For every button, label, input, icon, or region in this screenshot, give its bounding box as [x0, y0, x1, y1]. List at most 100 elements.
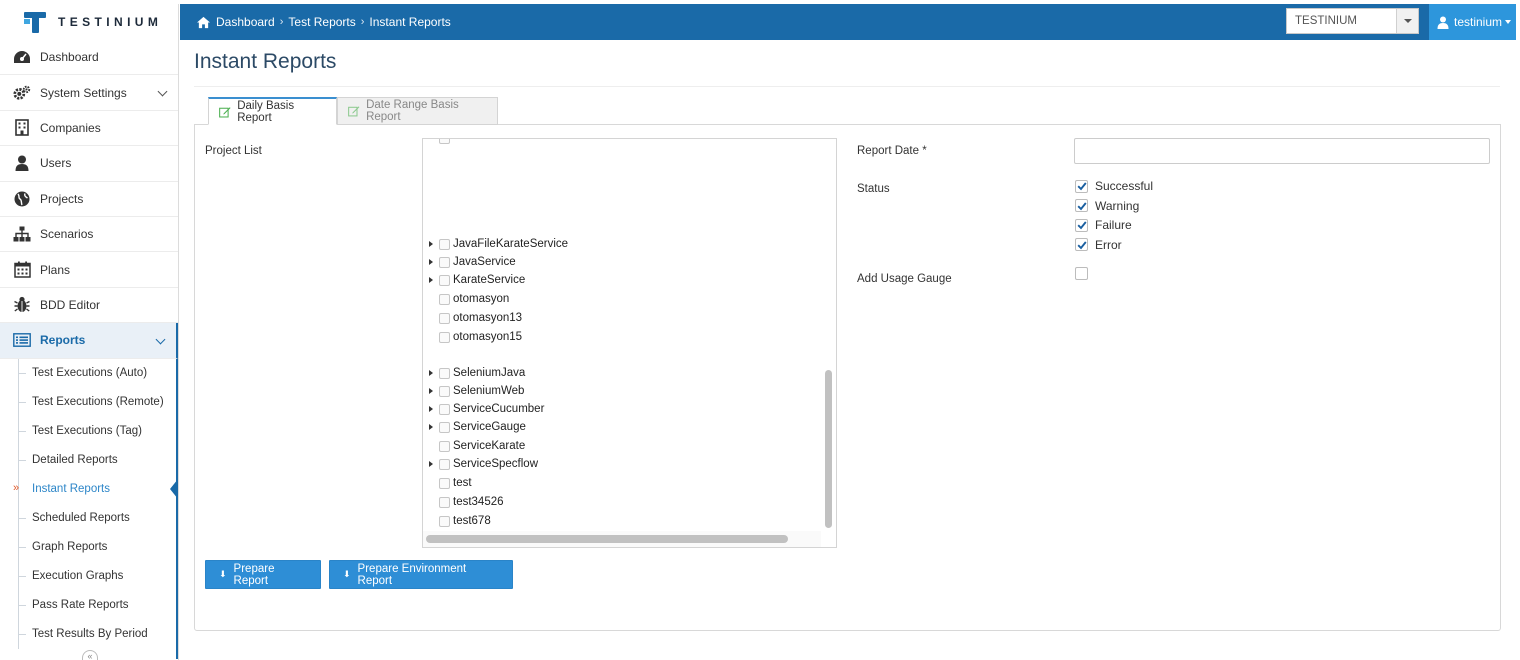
prepare-environment-report-button[interactable]: ⬇ Prepare Environment Report	[329, 560, 513, 589]
sidebar-item-projects[interactable]: Projects	[0, 182, 178, 217]
project-checkbox[interactable]	[439, 458, 450, 470]
tree-row[interactable]: otomasyon13	[423, 309, 522, 327]
checkbox-checked-icon[interactable]	[1075, 238, 1088, 251]
breadcrumb-dashboard[interactable]: Dashboard	[216, 15, 275, 29]
tab-date-range-basis-report[interactable]: Date Range Basis Report	[337, 97, 498, 125]
project-checkbox[interactable]	[439, 496, 450, 508]
project-checkbox[interactable]	[439, 421, 450, 433]
user-icon	[13, 154, 31, 172]
prepare-report-button[interactable]: ⬇ Prepare Report	[205, 560, 321, 589]
project-checkbox[interactable]	[439, 477, 450, 489]
usage-gauge-checkbox[interactable]	[1075, 267, 1088, 280]
tree-row[interactable]: JavaFileKarateService	[423, 235, 568, 253]
sidebar-item-bdd-editor[interactable]: BDD Editor	[0, 288, 178, 324]
project-checkbox[interactable]	[439, 331, 450, 343]
breadcrumb-separator-icon: ›	[360, 16, 365, 28]
tree-row[interactable]: otomasyon	[423, 290, 509, 308]
tree-row[interactable]: SeleniumWeb	[423, 382, 524, 400]
tree-row[interactable]: ServiceKarate	[423, 437, 525, 455]
submenu-item-test-results-by-period[interactable]: Test Results By Period	[0, 620, 176, 649]
expand-toggle[interactable]	[423, 271, 439, 289]
caret-right-icon	[429, 406, 433, 412]
tree-row[interactable]: otomasyon15	[423, 328, 522, 346]
sidebar-item-dashboard[interactable]: Dashboard	[0, 40, 178, 76]
project-checkbox[interactable]	[439, 440, 450, 452]
project-name: test678	[453, 515, 491, 527]
breadcrumb-test-reports[interactable]: Test Reports	[288, 15, 355, 29]
expand-toggle[interactable]	[423, 455, 439, 473]
expand-toggle[interactable]	[423, 382, 439, 400]
tree-row[interactable]: test	[423, 474, 472, 492]
usage-gauge-checkbox-wrap[interactable]	[1075, 267, 1095, 280]
submenu-item-test-executions-tag[interactable]: Test Executions (Tag)	[0, 417, 176, 446]
submenu-item-scheduled-reports[interactable]: Scheduled Reports	[0, 504, 176, 533]
user-menu[interactable]: testinium	[1429, 4, 1516, 40]
report-date-input[interactable]	[1074, 138, 1490, 164]
sitemap-icon	[13, 225, 31, 243]
status-option-warning[interactable]: Warning	[1075, 199, 1139, 213]
sidebar-item-scenarios[interactable]: Scenarios	[0, 217, 178, 253]
status-option-error[interactable]: Error	[1075, 238, 1122, 252]
tab-label: Daily Basis Report	[237, 99, 295, 124]
expand-toggle[interactable]	[423, 253, 439, 271]
submenu-item-label: Test Executions (Remote)	[32, 396, 164, 409]
submenu-item-label: Test Executions (Tag)	[32, 425, 142, 438]
expand-toggle[interactable]	[423, 400, 439, 418]
company-select[interactable]: TESTINIUM	[1286, 8, 1419, 34]
project-checkbox[interactable]	[439, 238, 450, 250]
tree-row[interactable]: test678	[423, 512, 491, 530]
project-checkbox[interactable]	[439, 385, 450, 397]
submenu-item-graph-reports[interactable]: Graph Reports	[0, 533, 176, 562]
sidebar-item-companies[interactable]: Companies	[0, 111, 178, 147]
top-navbar: Dashboard › Test Reports › Instant Repor…	[180, 4, 1516, 40]
horizontal-scrollbar[interactable]	[426, 535, 788, 543]
sidebar-item-reports[interactable]: Reports	[0, 323, 178, 359]
project-checkbox[interactable]	[439, 367, 450, 379]
tree-row[interactable]: test34526	[423, 493, 504, 511]
submenu-item-pass-rate-reports[interactable]: Pass Rate Reports	[0, 591, 176, 620]
project-checkbox[interactable]	[439, 293, 450, 305]
sidebar-item-users[interactable]: Users	[0, 146, 178, 182]
expand-toggle[interactable]	[423, 364, 439, 382]
expand-toggle[interactable]	[423, 235, 439, 253]
submenu-item-test-executions-remote[interactable]: Test Executions (Remote)	[0, 388, 176, 417]
status-option-failure[interactable]: Failure	[1075, 218, 1132, 232]
project-checkbox[interactable]	[439, 312, 450, 324]
checkbox-checked-icon[interactable]	[1075, 218, 1088, 232]
reports-submenu: Test Executions (Auto) Test Executions (…	[0, 358, 178, 659]
tree-row[interactable]: SeleniumJava	[423, 364, 525, 382]
sidebar-item-system-settings[interactable]: System Settings	[0, 75, 178, 111]
submenu-item-label: Pass Rate Reports	[32, 599, 129, 612]
sidebar-collapse-button[interactable]: «	[82, 650, 98, 660]
status-option-successful[interactable]: Successful	[1075, 179, 1153, 193]
project-checkbox[interactable]	[439, 515, 450, 527]
caret-right-icon	[429, 461, 433, 467]
submenu-item-test-executions-auto[interactable]: Test Executions (Auto)	[0, 359, 176, 388]
home-icon[interactable]	[196, 16, 211, 29]
project-name: KarateService	[453, 274, 526, 286]
vertical-scrollbar[interactable]	[825, 370, 832, 528]
checkbox-checked-icon[interactable]	[1075, 199, 1088, 212]
project-checkbox[interactable]	[439, 274, 450, 286]
sidebar-item-plans[interactable]: Plans	[0, 252, 178, 288]
submenu-item-detailed-reports[interactable]: Detailed Reports	[0, 446, 176, 475]
expand-toggle[interactable]	[423, 418, 439, 436]
tree-row[interactable]: KarateService	[423, 271, 525, 289]
project-tree[interactable]: JavaFileKarateService JavaService KarateSe…	[422, 138, 837, 548]
checkbox-checked-icon[interactable]	[1075, 179, 1088, 193]
breadcrumb: Dashboard › Test Reports › Instant Repor…	[196, 4, 451, 40]
logo[interactable]: TESTINIUM	[0, 4, 179, 40]
tab-daily-basis-report[interactable]: Daily Basis Report	[208, 97, 337, 125]
project-checkbox[interactable]	[439, 256, 450, 268]
tree-row[interactable]: ServiceGauge	[423, 418, 526, 436]
project-checkbox[interactable]	[439, 403, 450, 415]
sidebar-item-label: Scenarios	[40, 227, 94, 242]
tree-row[interactable]: JavaService	[423, 253, 516, 271]
tree-row[interactable]: ServiceCucumber	[423, 400, 544, 418]
submenu-item-execution-graphs[interactable]: Execution Graphs	[0, 562, 176, 591]
gears-icon	[13, 84, 31, 102]
submenu-item-instant-reports[interactable]: » Instant Reports	[0, 475, 178, 504]
tree-row[interactable]: ServiceSpecflow	[423, 455, 538, 473]
company-select-toggle[interactable]	[1396, 9, 1418, 33]
